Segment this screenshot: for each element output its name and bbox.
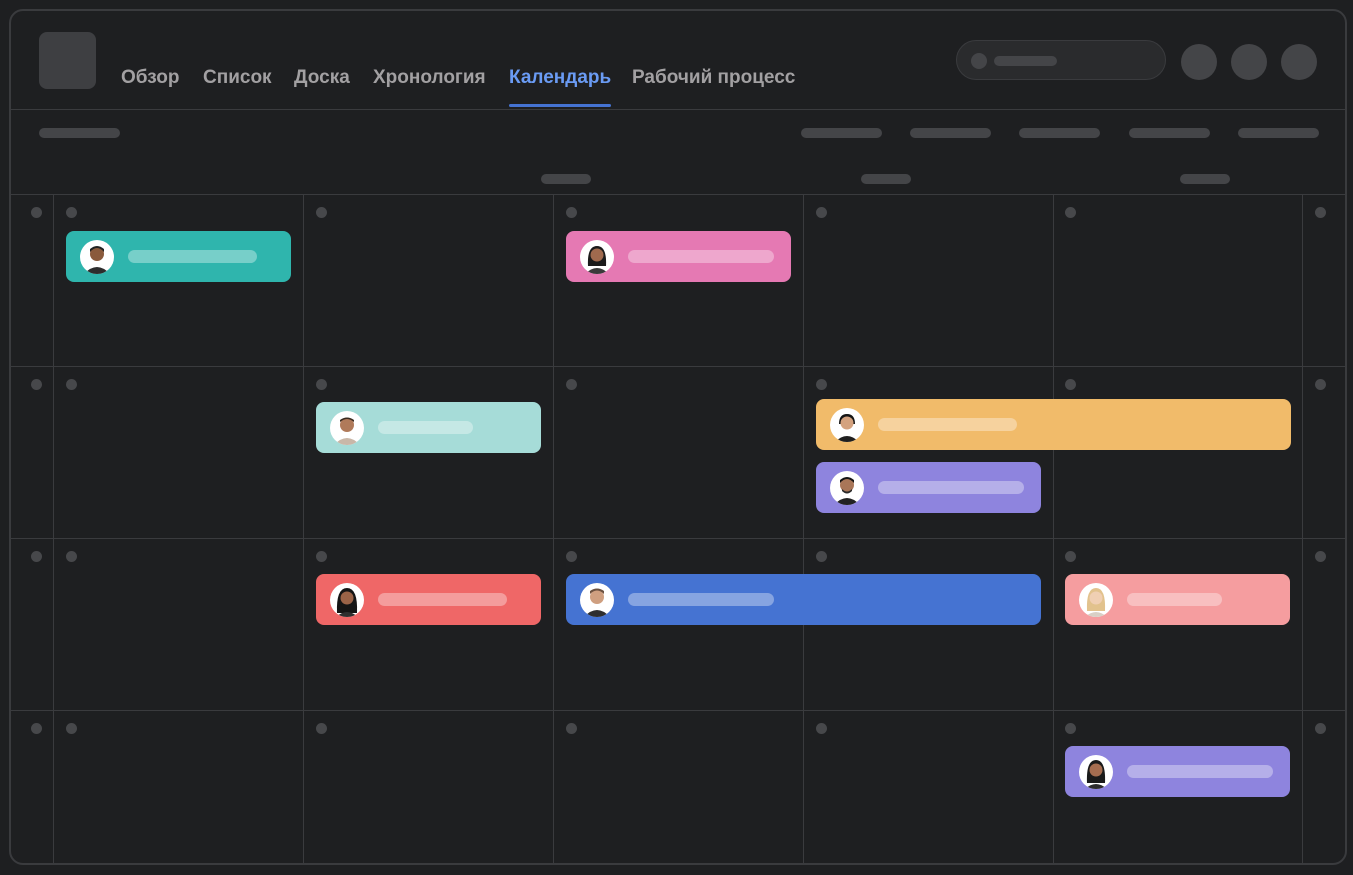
day-cell-dot xyxy=(66,207,77,218)
day-cell-dot xyxy=(31,207,42,218)
task-card[interactable] xyxy=(816,462,1041,513)
day-cell-dot xyxy=(316,379,327,390)
day-cell-dot xyxy=(31,551,42,562)
day-cell-dot xyxy=(316,551,327,562)
day-cell-dot xyxy=(1315,551,1326,562)
day-cell-dot xyxy=(816,551,827,562)
tab-board[interactable]: Доска xyxy=(294,67,350,89)
search-placeholder xyxy=(994,56,1057,66)
avatar-woman-icon xyxy=(330,583,364,617)
toolbar-placeholder[interactable] xyxy=(910,128,991,138)
day-cell-dot xyxy=(1065,207,1076,218)
day-cell-dot xyxy=(816,379,827,390)
task-card[interactable] xyxy=(66,231,291,282)
column-divider xyxy=(303,195,304,863)
tab-calendar[interactable]: Календарь xyxy=(509,67,612,107)
task-card[interactable] xyxy=(566,231,791,282)
day-cell-dot xyxy=(1315,723,1326,734)
day-cell-dot xyxy=(1065,379,1076,390)
search-icon xyxy=(971,53,987,69)
day-cell-dot xyxy=(566,207,577,218)
avatar-woman-icon xyxy=(580,240,614,274)
day-cell-dot xyxy=(316,207,327,218)
search-input[interactable] xyxy=(956,40,1166,80)
day-header xyxy=(861,174,911,184)
avatar-man-icon xyxy=(830,471,864,505)
row-divider xyxy=(11,366,1345,367)
day-cell-dot xyxy=(566,723,577,734)
row-divider xyxy=(11,710,1345,711)
column-divider xyxy=(1302,195,1303,863)
task-card[interactable] xyxy=(1065,746,1290,797)
avatar-woman-icon xyxy=(830,408,864,442)
day-cell-dot xyxy=(1065,551,1076,562)
column-divider xyxy=(1053,195,1054,863)
day-header xyxy=(541,174,591,184)
day-cell-dot xyxy=(816,723,827,734)
header-divider xyxy=(11,109,1345,110)
toolbar-placeholder[interactable] xyxy=(1129,128,1210,138)
day-cell-dot xyxy=(816,207,827,218)
day-header xyxy=(1180,174,1230,184)
toolbar-placeholder[interactable] xyxy=(1019,128,1100,138)
day-cell-dot xyxy=(66,551,77,562)
tab-timeline[interactable]: Хронология xyxy=(373,67,486,89)
avatar[interactable] xyxy=(1181,44,1217,80)
toolbar-placeholder[interactable] xyxy=(1238,128,1319,138)
avatar[interactable] xyxy=(1281,44,1317,80)
task-card[interactable] xyxy=(816,399,1291,450)
day-cell-dot xyxy=(1065,723,1076,734)
day-cell-dot xyxy=(566,551,577,562)
column-divider xyxy=(553,195,554,863)
task-card[interactable] xyxy=(316,574,541,625)
app-window: Обзор Список Доска Хронология Календарь … xyxy=(9,9,1347,865)
avatar-woman-icon xyxy=(1079,755,1113,789)
day-cell-dot xyxy=(316,723,327,734)
day-cell-dot xyxy=(31,379,42,390)
task-card[interactable] xyxy=(316,402,541,453)
day-cell-dot xyxy=(66,723,77,734)
avatar-man-icon xyxy=(330,411,364,445)
avatar-man-icon xyxy=(580,583,614,617)
day-cell-dot xyxy=(1315,379,1326,390)
avatar[interactable] xyxy=(1231,44,1267,80)
project-icon[interactable] xyxy=(39,32,96,89)
avatar-woman-icon xyxy=(1079,583,1113,617)
day-cell-dot xyxy=(1315,207,1326,218)
tab-overview[interactable]: Обзор xyxy=(121,67,179,89)
task-card[interactable] xyxy=(1065,574,1290,625)
day-cell-dot xyxy=(31,723,42,734)
day-cell-dot xyxy=(566,379,577,390)
column-divider xyxy=(53,195,54,863)
column-divider xyxy=(803,195,804,863)
task-card[interactable] xyxy=(566,574,1041,625)
tab-workflow[interactable]: Рабочий процесс xyxy=(632,67,795,89)
row-divider xyxy=(11,538,1345,539)
toolbar-placeholder[interactable] xyxy=(801,128,882,138)
tab-list[interactable]: Список xyxy=(203,67,272,89)
calendar-grid xyxy=(11,195,1345,863)
day-cell-dot xyxy=(66,379,77,390)
avatar-man-icon xyxy=(80,240,114,274)
toolbar-placeholder[interactable] xyxy=(39,128,120,138)
